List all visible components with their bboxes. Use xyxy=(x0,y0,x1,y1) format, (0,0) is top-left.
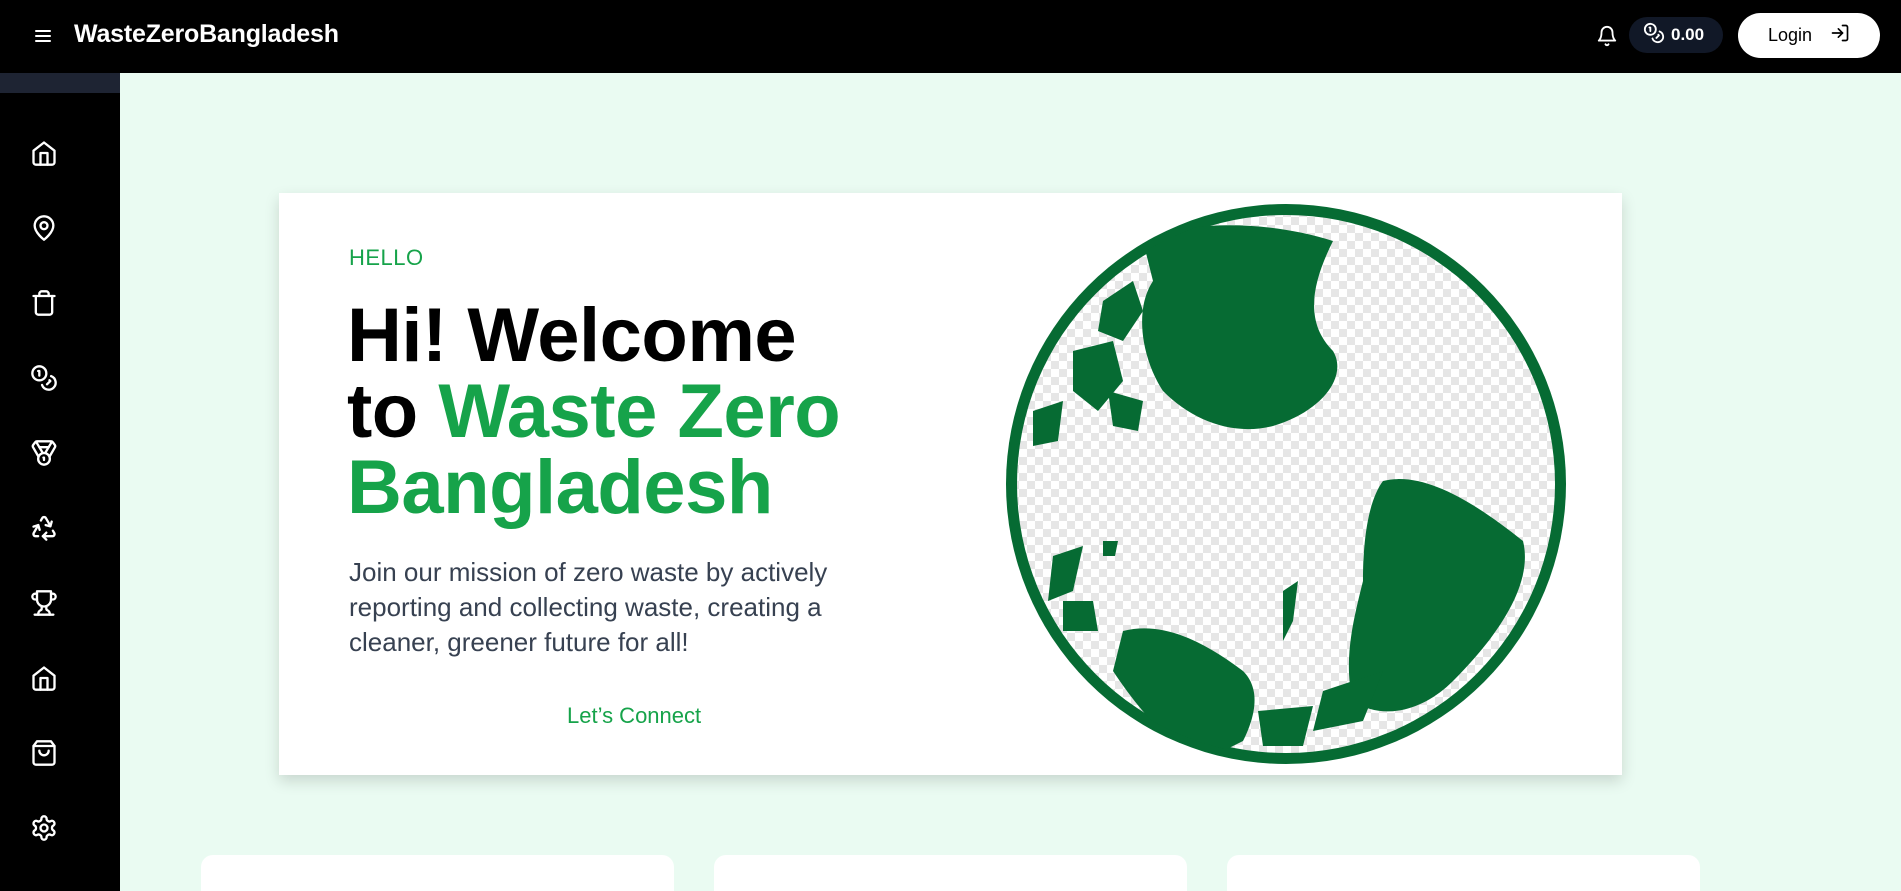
hero-card: HELLO Hi! Welcome to Waste Zero Banglade… xyxy=(279,193,1622,775)
balance-value: 0.00 xyxy=(1671,25,1705,44)
feature-card xyxy=(201,855,674,891)
globe-illustration xyxy=(1006,204,1566,764)
sidebar-item-rewards[interactable] xyxy=(26,360,62,396)
sidebar-item-settings[interactable] xyxy=(26,810,62,846)
top-navbar: WasteZeroBangladesh 0.00 Login xyxy=(0,0,1901,73)
sidebar-item-leaderboard[interactable] xyxy=(26,585,62,621)
gear-icon xyxy=(32,815,56,841)
hero-title: Hi! Welcome to Waste Zero Bangladesh xyxy=(347,298,907,526)
balance-badge: 0.00 xyxy=(1629,17,1723,53)
sidebar-active-indicator xyxy=(0,73,120,93)
login-label: Login xyxy=(1767,25,1813,45)
sidebar xyxy=(0,73,120,891)
feature-card xyxy=(714,855,1187,891)
hero-title-line1: Hi! Welcome xyxy=(347,293,797,378)
medal-icon xyxy=(31,440,57,466)
lets-connect-link[interactable]: Let’s Connect xyxy=(567,703,701,729)
login-button[interactable]: Login xyxy=(1738,13,1880,58)
sidebar-item-report[interactable] xyxy=(26,210,62,246)
feature-card xyxy=(1227,855,1700,891)
hero-eyebrow: HELLO xyxy=(349,245,424,270)
sidebar-item-shop[interactable] xyxy=(26,735,62,771)
home-icon xyxy=(32,666,56,691)
trophy-icon xyxy=(31,590,57,616)
sidebar-item-collect[interactable] xyxy=(26,285,62,321)
coins-icon xyxy=(1643,22,1665,49)
sidebar-item-home-2[interactable] xyxy=(26,660,62,696)
bell-icon[interactable] xyxy=(1596,25,1618,47)
recycle-icon xyxy=(32,515,56,541)
coins-icon xyxy=(31,365,57,391)
hero-title-to: to xyxy=(347,369,439,454)
brand-logo[interactable]: WasteZeroBangladesh xyxy=(74,20,339,49)
map-pin-icon xyxy=(33,215,55,241)
hero-description: Join our mission of zero waste by active… xyxy=(349,557,828,657)
sidebar-item-medals[interactable] xyxy=(26,435,62,471)
menu-icon[interactable] xyxy=(33,26,53,46)
sidebar-item-recycle[interactable] xyxy=(26,510,62,546)
trash-icon xyxy=(32,290,56,316)
home-icon xyxy=(32,141,56,166)
shopping-bag-icon xyxy=(32,740,56,766)
sidebar-item-home[interactable] xyxy=(26,135,62,171)
log-in-icon xyxy=(1830,23,1850,48)
